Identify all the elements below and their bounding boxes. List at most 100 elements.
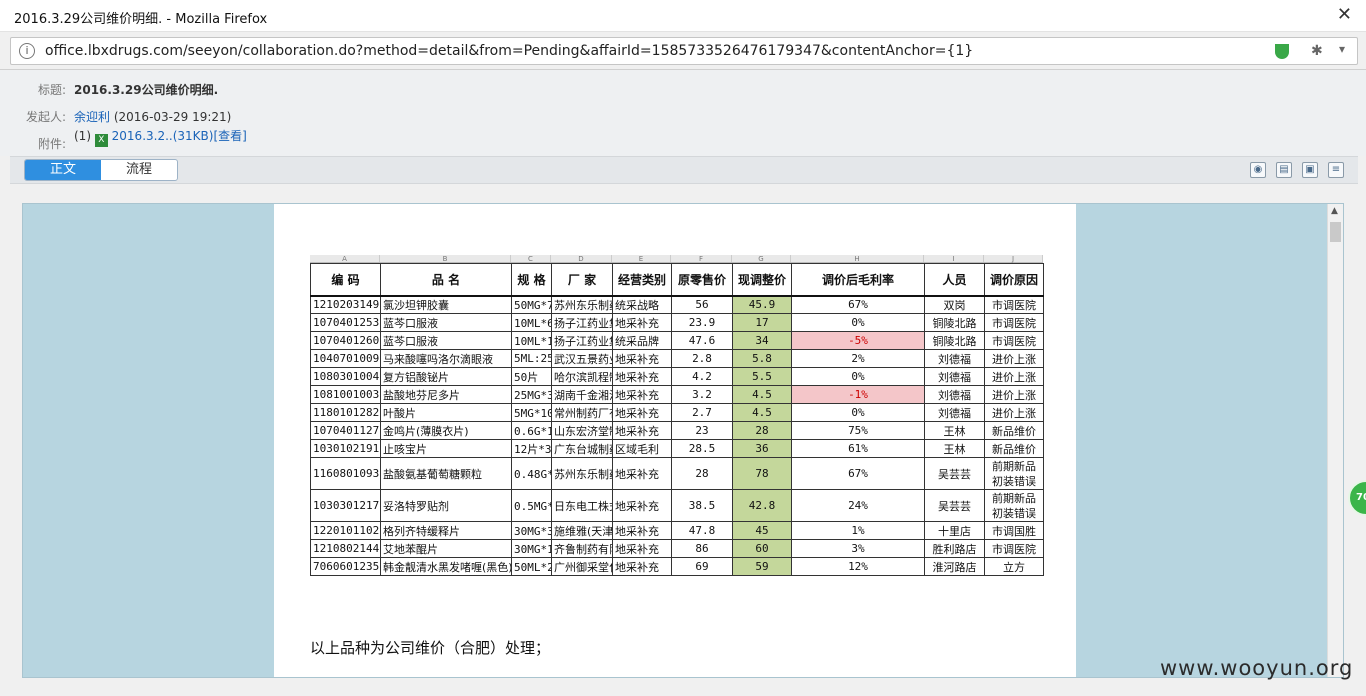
tab-body[interactable]: 正文 [25,160,101,180]
table-cell: 盐酸地芬尼多片 [380,385,512,404]
table-cell: 扬子江药业集 [551,331,613,350]
sender-label: 发起人: [26,110,67,124]
url-field[interactable]: i office.lbxdrugs.com/seeyon/collaborati… [10,37,1358,65]
scroll-up-icon[interactable]: ▲ [1331,206,1338,216]
url-text[interactable]: office.lbxdrugs.com/seeyon/collaboration… [45,43,973,59]
table-cell: 进价上涨 [984,349,1044,368]
table-cell: 武汉五景药业 [551,349,613,368]
close-icon[interactable]: ✕ [1337,4,1352,25]
table-cell: 地采补充 [612,313,672,332]
table-cell: 淮河路店 [924,557,985,576]
table-cell: 75% [791,421,925,440]
table-cell: 1030301217 [310,489,381,522]
table-cell: 23 [671,421,733,440]
table-cell: 妥洛特罗贴剂 [380,489,512,522]
table-cell: 艾地苯醌片 [380,539,512,558]
table-cell: 36 [732,439,792,458]
table-cell: 50MG*7粒 [511,295,552,314]
column-letter: F [671,255,732,263]
table-cell: 市调医院 [984,331,1044,350]
table-cell: 1080301004 [310,367,381,386]
table-cell: 2.7 [671,403,733,422]
table-cell: 50片 [511,367,552,386]
speed-badge[interactable]: 70 [1348,480,1366,516]
table-cell: 胜利路店 [924,539,985,558]
column-letter: I [924,255,984,263]
table-cell: 铜陵北路 [924,313,985,332]
table-cell: 复方铝酸铋片 [380,367,512,386]
table-row: 1080301004复方铝酸铋片50片哈尔滨凯程制地采补充4.25.50%刘德福… [310,367,1044,386]
table-cell: 地采补充 [612,421,672,440]
scroll-thumb[interactable] [1330,222,1341,242]
table-cell: 日东电工株式 [551,489,613,522]
vertical-scrollbar[interactable]: ▲ [1327,204,1343,677]
watermark: www.wooyun.org [1160,656,1354,680]
table-cell: 50ML*2支 [511,557,552,576]
table-cell: 前期新品初装错误 [984,489,1044,522]
table-cell: 0% [791,367,925,386]
table-cell: 1070401253 [310,313,381,332]
table-cell: 2% [791,349,925,368]
table-cell: 45 [732,521,792,540]
table-header-row: 编 码品 名规 格厂 家经营类别 原零售价 现调整价 调价后毛利率 人员 调价原因 [310,263,1044,297]
table-cell: 湖南千金湘江 [551,385,613,404]
table-row: 1220101102格列齐特缓释片30MG*30片施维雅(天津)地采补充47.8… [310,521,1044,540]
column-header: 规 格 [511,263,552,297]
table-cell: 12% [791,557,925,576]
table-cell: 地采补充 [612,349,672,368]
column-header: 调价后毛利率 [791,263,925,297]
table-row: 1030301217妥洛特罗贴剂0.5MG*7贴日东电工株式地采补充38.542… [310,489,1044,522]
message-header: 标题: 2016.3.29公司维价明细. 发起人: 余迎利 (2016-03-29 … [0,70,1366,156]
table-cell: 王林 [924,439,985,458]
table-cell: 双岗 [924,295,985,314]
sender-link[interactable]: 余迎利 [74,110,110,124]
extension-icon[interactable]: ✱ [1311,43,1323,59]
table-cell: 23.9 [671,313,733,332]
table-cell: 地采补充 [612,385,672,404]
column-letter: E [612,255,671,263]
attachment-view-link[interactable]: [查看] [213,129,246,143]
save-icon[interactable]: ▣ [1302,162,1318,178]
table-cell: 韩金靓清水黑发啫喱(黑色) [380,557,512,576]
attachment-link[interactable]: 2016.3.2..(31KB) [112,129,214,143]
table-cell: 前期新品初装错误 [984,457,1044,490]
price-table: 编 码品 名规 格厂 家经营类别 原零售价 现调整价 调价后毛利率 人员 调价原因 1210… [310,263,1044,576]
sender-row: 发起人: 余迎利 (2016-03-29 19:21) [26,108,231,125]
table-cell: 哈尔滨凯程制 [551,367,613,386]
price-sheet: ABCDEFGHIJ 编 码品 名规 格厂 家经营类别 原零售价 现调整价 调价后毛利… [310,255,1044,576]
tab-flow[interactable]: 流程 [101,160,177,180]
table-row: 1210802144艾地苯醌片30MG*12片齐鲁制药有限地采补充86603%胜… [310,539,1044,558]
table-cell: 新品维价 [984,421,1044,440]
table-cell: 1160801093 [310,457,381,490]
attachment-label: 附件: [37,137,66,151]
info-icon[interactable]: i [19,43,35,59]
table-cell: 刘德福 [924,349,985,368]
tab-group: 正文 流程 [24,159,178,181]
document-icon[interactable]: ≡ [1328,162,1344,178]
table-row: 1180101282叶酸片5MG*100片常州制药厂有地采补充2.74.50%刘… [310,403,1044,422]
shield-icon[interactable] [1275,44,1289,59]
column-letter: A [310,255,380,263]
table-cell: 统采战略 [612,295,672,314]
table-cell: 59 [732,557,792,576]
table-cell: 34 [732,331,792,350]
table-cell: 5.5 [732,367,792,386]
chevron-down-icon[interactable]: ▾ [1339,42,1345,56]
table-cell: 刘德福 [924,385,985,404]
table-cell: 市调国胜 [984,521,1044,540]
table-cell: 4.5 [732,385,792,404]
subject-text: 2016.3.29公司维价明细. [74,83,219,97]
table-cell: 地采补充 [612,521,672,540]
column-header: 现调整价 [732,263,792,297]
preview-icon[interactable]: ◉ [1250,162,1266,178]
print-icon[interactable]: ▤ [1276,162,1292,178]
table-cell: 4.5 [732,403,792,422]
table-cell: 3% [791,539,925,558]
table-cell: 28.5 [671,439,733,458]
table-cell: 3.2 [671,385,733,404]
table-cell: 61% [791,439,925,458]
table-cell: 蓝芩口服液 [380,331,512,350]
note-text: 以上品种为公司维价（合肥）处理； [310,639,551,657]
table-cell: 广州御采堂化 [551,557,613,576]
table-row: 7060601235韩金靓清水黑发啫喱(黑色)50ML*2支广州御采堂化地采补充… [310,557,1044,576]
